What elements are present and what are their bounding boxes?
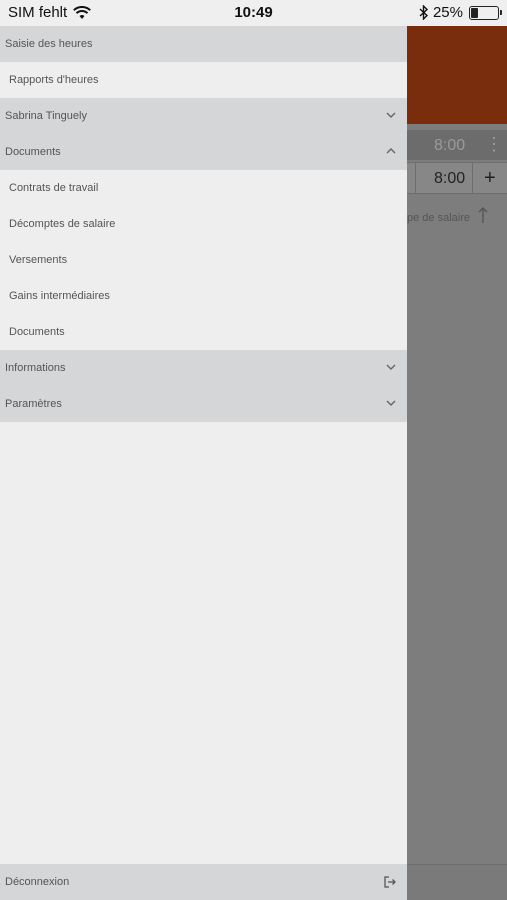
chevron-down-icon: [386, 112, 396, 118]
time-entry-value: 8:00: [434, 170, 466, 187]
share-icon: [478, 207, 488, 223]
logout-label: Déconnexion: [5, 876, 70, 888]
menu-user-label: Sabrina Tinguely: [5, 110, 87, 122]
logout-icon: [384, 876, 396, 888]
battery-percent: 25%: [432, 4, 463, 21]
menu-user[interactable]: Sabrina Tinguely: [0, 98, 407, 134]
divider: [472, 163, 473, 193]
menu-documents[interactable]: Documents: [0, 134, 407, 170]
logout-button[interactable]: Déconnexion: [0, 864, 407, 900]
menu-item-label: Versements: [9, 254, 68, 266]
status-right: 25%: [419, 4, 502, 21]
battery-icon: [469, 5, 502, 20]
more-icon: ⋮: [485, 134, 503, 154]
menu-information[interactable]: Informations: [0, 350, 407, 386]
menu-reports[interactable]: Rapports d'heures: [0, 62, 407, 98]
menu-reports-label: Rapports d'heures: [9, 74, 99, 86]
battery-level: [471, 7, 478, 18]
menu-documents-list[interactable]: Documents: [0, 314, 407, 350]
menu-item-label: Décomptes de salaire: [9, 218, 116, 230]
status-bar: SIM fehlt 10:49 25%: [0, 0, 507, 26]
menu-item-label: Documents: [9, 326, 65, 338]
menu-settings-label: Paramètres: [5, 398, 62, 410]
menu-payslips[interactable]: Décomptes de salaire: [0, 206, 407, 242]
add-icon: +: [484, 167, 496, 189]
menu-interim-earnings[interactable]: Gains intermédiaires: [0, 278, 407, 314]
time-summary-row: 8:00 ⋮: [407, 130, 507, 160]
menu-information-label: Informations: [5, 362, 66, 374]
chevron-down-icon: [386, 364, 396, 370]
document-label: pe de salaire: [407, 212, 470, 224]
divider: [415, 163, 416, 193]
menu-item-label: Gains intermédiaires: [9, 290, 110, 302]
menu-timesheet[interactable]: Saisie des heures: [0, 26, 407, 62]
bottom-bar: [407, 864, 507, 900]
bluetooth-icon: [419, 5, 428, 20]
menu-documents-label: Documents: [5, 146, 61, 158]
chevron-up-icon: [386, 148, 396, 154]
menu-employment-contracts[interactable]: Contrats de travail: [0, 170, 407, 206]
time-entry-row: 8:00 +: [407, 162, 507, 194]
menu-item-label: Contrats de travail: [9, 182, 99, 194]
menu-timesheet-label: Saisie des heures: [5, 38, 93, 50]
time-summary-value: 8:00: [434, 137, 466, 154]
menu-payments[interactable]: Versements: [0, 242, 407, 278]
navigation-drawer: Saisie des heures Rapports d'heures Sabr…: [0, 26, 407, 900]
chevron-down-icon: [386, 400, 396, 406]
menu-settings[interactable]: Paramètres: [0, 386, 407, 422]
